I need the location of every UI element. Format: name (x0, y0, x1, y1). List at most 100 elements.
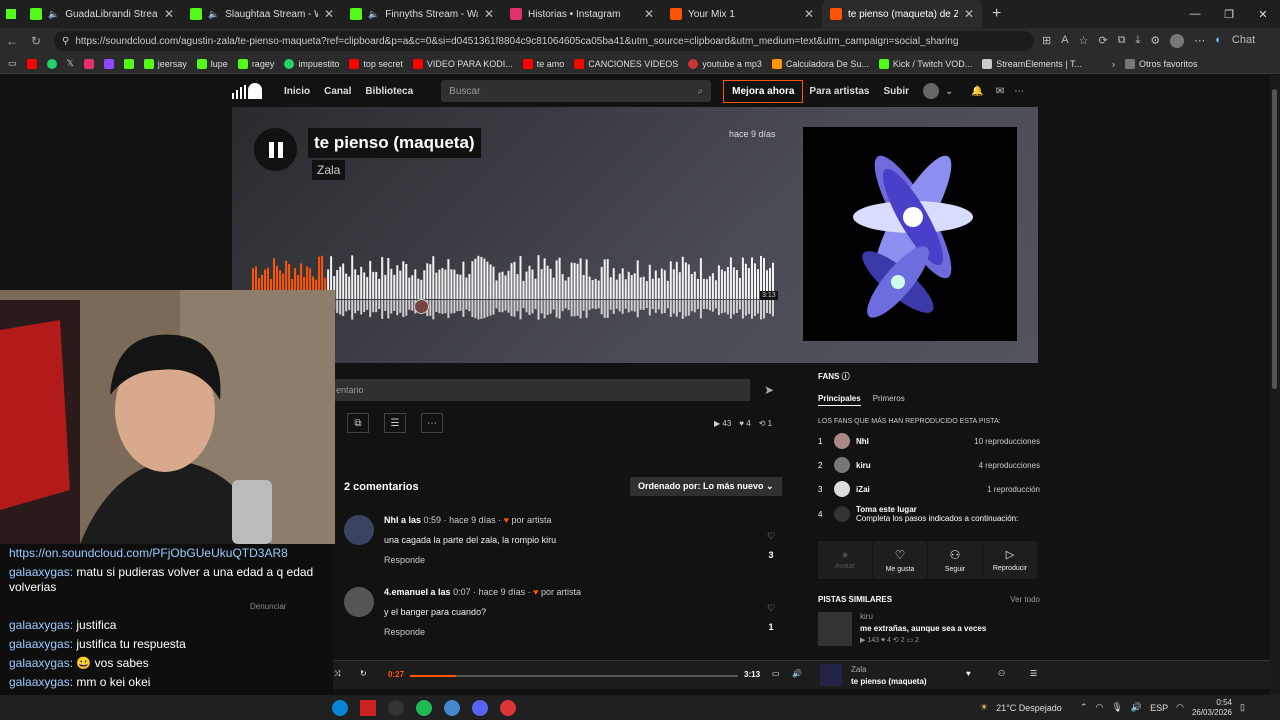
bookmark-calculadora[interactable]: Calculadora De Su... (771, 58, 869, 69)
nav-inicio[interactable]: Inicio (284, 86, 310, 97)
nav-biblioteca[interactable]: Biblioteca (365, 86, 413, 97)
bookmark-top-secret[interactable]: top secret (349, 58, 403, 69)
edge-icon[interactable] (332, 699, 348, 716)
more-icon[interactable]: ⋯ (1194, 34, 1205, 48)
wifi-icon[interactable]: ◠ (1176, 702, 1184, 713)
chevron-up-icon[interactable]: ⌃ (1080, 702, 1088, 713)
reply-button[interactable]: Responde (384, 555, 425, 565)
bookmark-video-kodi[interactable]: VIDEO PARA KODI... (412, 58, 513, 69)
chevron-down-icon[interactable]: ⌄ (945, 86, 953, 97)
copy-link-button[interactable]: ⧉ (347, 413, 369, 433)
user-avatar[interactable] (923, 83, 940, 99)
tab-te-pienso[interactable]: te pienso (maqueta) de Zala✕ (822, 0, 982, 28)
kick-icon[interactable] (0, 0, 22, 28)
mail-icon[interactable]: ✉ (996, 86, 1004, 97)
app-icon[interactable]: ⊞ (1042, 34, 1051, 48)
copilot-icon[interactable] (444, 699, 460, 716)
more-icon[interactable]: ⋯ (1014, 86, 1024, 97)
discord-icon[interactable] (472, 699, 488, 716)
tab-guada[interactable]: 🔈GuadaLibrandi Stream - Watch✕ (22, 0, 182, 28)
wifi-icon[interactable]: ◠ (1096, 702, 1104, 713)
search-icon[interactable]: ⌕ (698, 86, 704, 97)
new-tab-icon[interactable]: + (992, 5, 1001, 23)
avatar[interactable] (344, 587, 374, 617)
fan-row[interactable]: 2 kiru 4 reproducciones (818, 453, 1040, 477)
close-icon[interactable]: ✕ (324, 7, 334, 21)
bookmark-kick-twitch[interactable]: Kick / Twitch VOD... (878, 58, 972, 69)
follow-icon[interactable]: ⚇ (998, 669, 1005, 678)
progress-bar[interactable] (410, 675, 738, 677)
bookmark-te-amo[interactable]: te amo (522, 58, 564, 69)
player-cover[interactable] (820, 664, 842, 686)
extensions-icon[interactable]: ⧉ (1118, 34, 1126, 48)
play-button[interactable]: ▷ Reproducir (983, 541, 1037, 579)
weather-icon[interactable]: ☀ (980, 702, 988, 713)
obs-icon[interactable] (388, 699, 404, 716)
bell-icon[interactable]: 🔔 (971, 86, 983, 97)
close-icon[interactable]: ✕ (644, 7, 654, 21)
whatsapp-icon[interactable] (46, 58, 57, 69)
site-info-icon[interactable]: ⚲ (62, 36, 69, 47)
nav-canal[interactable]: Canal (324, 86, 351, 97)
youtube-icon[interactable] (26, 58, 37, 69)
clock[interactable]: 0:54 26/03/2026 (1192, 698, 1232, 718)
weather-text[interactable]: 21°C Despejado (996, 703, 1062, 713)
comment-like[interactable]: ♡ 1 (767, 603, 775, 632)
see-all-link[interactable]: Ver todo (1010, 595, 1040, 604)
upgrade-button[interactable]: Mejora ahora (723, 79, 804, 103)
maximize-icon[interactable]: ❐ (1212, 0, 1246, 28)
repeat-icon[interactable]: ↻ (360, 669, 367, 678)
avatar[interactable] (344, 515, 374, 545)
download-icon[interactable]: ⤓ (1136, 34, 1141, 48)
soundcloud-logo[interactable] (232, 83, 266, 99)
x-icon[interactable]: 𝕏 (67, 58, 74, 69)
close-window-icon[interactable]: ✕ (1246, 0, 1280, 28)
volume-icon[interactable]: 🔊 (1131, 702, 1142, 713)
language-indicator[interactable]: ESP (1150, 703, 1168, 713)
follow-button[interactable]: ⚇ Seguir (928, 541, 982, 579)
notification-icon[interactable]: ▯ (1240, 702, 1245, 713)
twitch-icon[interactable] (103, 58, 114, 69)
heart-icon[interactable]: ♥ (966, 669, 971, 678)
chrome-icon[interactable] (500, 699, 516, 716)
bookmark-otros[interactable]: Otros favoritos (1124, 58, 1197, 69)
spotify-icon[interactable] (416, 699, 432, 716)
instagram-icon[interactable] (83, 58, 94, 69)
add-to-playlist-button[interactable]: ☰ (384, 413, 406, 433)
more-options-button[interactable]: ⋯ (421, 413, 443, 433)
close-icon[interactable]: ✕ (484, 7, 494, 21)
refresh-ext-icon[interactable]: ⟳ (1098, 34, 1107, 48)
shuffle-icon[interactable]: ⤨ (334, 669, 340, 679)
tab-primeros[interactable]: Primeros (873, 394, 905, 406)
fan-row[interactable]: 1 Nhl 10 reproducciones (818, 429, 1040, 453)
minimize-icon[interactable]: — (1178, 0, 1212, 28)
comment-avatar[interactable] (414, 299, 429, 314)
url-input[interactable]: ⚲ https://soundcloud.com/agustin-zala/te-… (54, 31, 1034, 51)
back-icon[interactable]: ← (0, 34, 24, 48)
comment-input[interactable]: entario (332, 379, 750, 401)
reply-button[interactable]: Responde (384, 627, 425, 637)
tab-slaughtaa[interactable]: 🔈Slaughtaa Stream - Watch Liv✕ (182, 0, 342, 28)
bookmark-ragey[interactable]: ragey (237, 58, 274, 69)
bookmark-canciones[interactable]: CANCIONES VIDEOS (574, 58, 678, 69)
comment-user[interactable]: Nhl a las (384, 515, 421, 525)
comment-user[interactable]: 4.emanuel a las (384, 587, 451, 597)
mic-icon[interactable]: 🎙 (1111, 702, 1122, 713)
similar-track[interactable]: kiru me extrañas, aunque sea a veces ▶ 143… (818, 612, 1040, 646)
collections-icon[interactable]: ⚙ (1150, 34, 1160, 48)
profile-avatar[interactable] (1170, 34, 1185, 48)
upload-link[interactable]: Subir (883, 86, 909, 97)
tab-your-mix[interactable]: Your Mix 1 ✕ (662, 0, 822, 28)
fan-row[interactable]: 3 iZai 1 reproducción (818, 477, 1040, 501)
send-icon[interactable]: ➤ (764, 383, 774, 397)
report-link[interactable]: Denunciar (0, 597, 333, 616)
bookmark-jeersay[interactable]: jeersay (143, 58, 187, 69)
tab-finnyths[interactable]: 🔈Finnyths Stream - Watch Live✕ (342, 0, 502, 28)
close-icon[interactable]: ✕ (804, 7, 814, 21)
search-input[interactable]: Buscar ⌕ (441, 80, 712, 102)
bookmark-impuestito[interactable]: impuestito (284, 58, 339, 69)
queue-icon[interactable]: ☰ (1030, 669, 1037, 678)
tab-principales[interactable]: Principales (818, 394, 861, 406)
copilot-icon[interactable]: ◐ (1215, 34, 1222, 48)
track-artist[interactable]: Zala (312, 160, 346, 180)
